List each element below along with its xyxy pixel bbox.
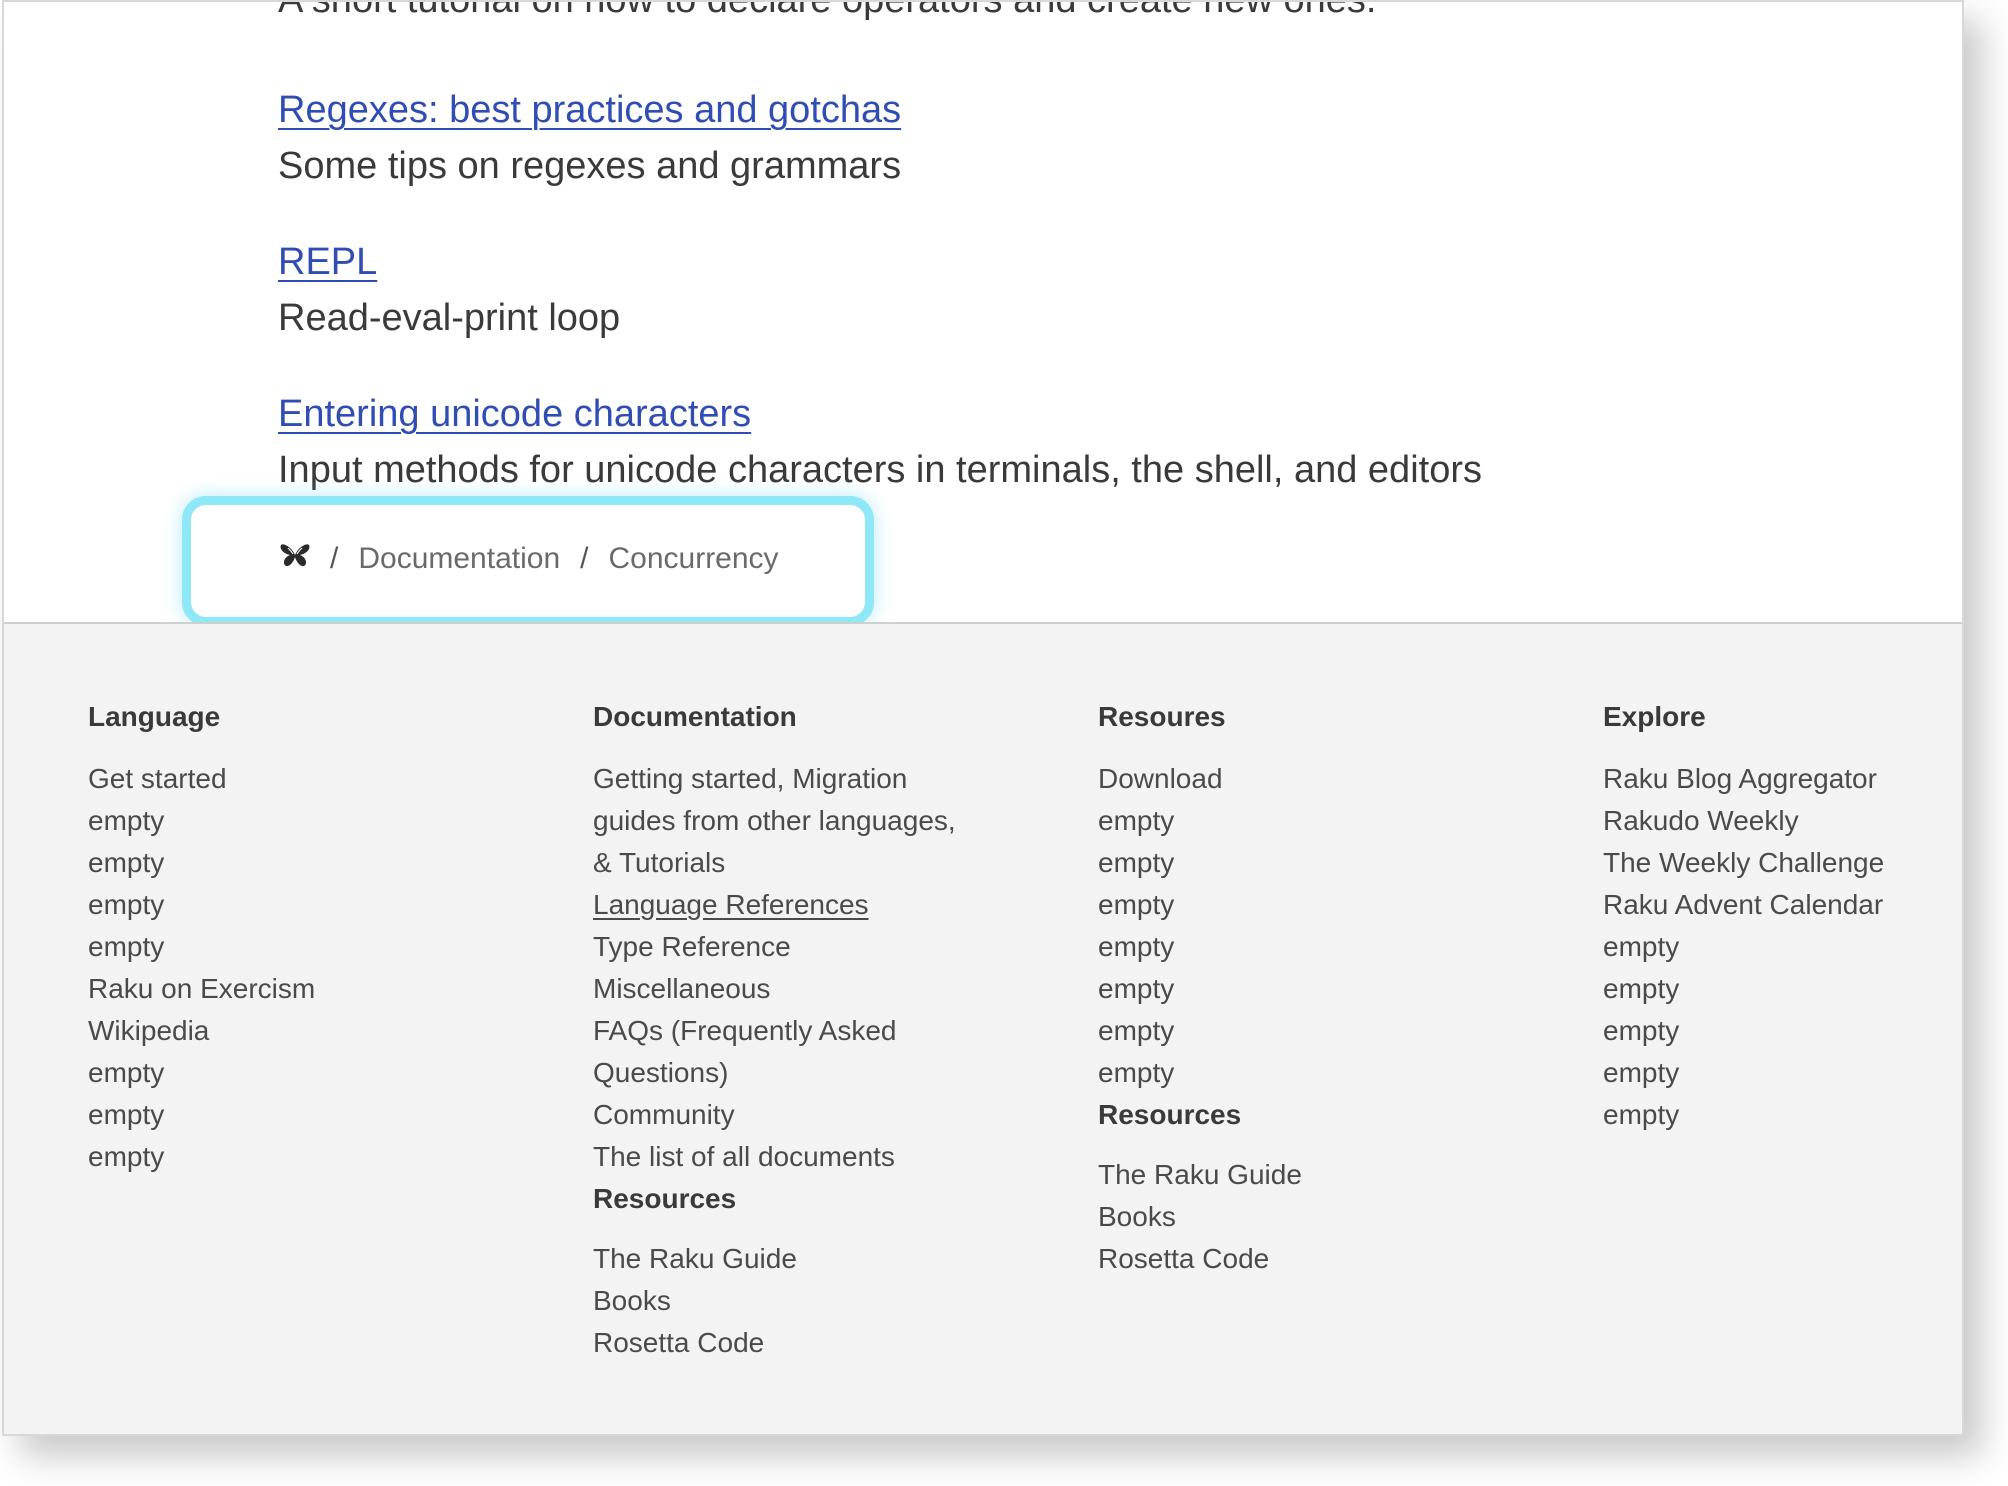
footer-link[interactable]: Raku Advent Calendar [1603, 884, 1962, 926]
footer-link[interactable]: empty [1098, 1052, 1558, 1094]
footer-link[interactable]: FAQs (Frequently Asked [593, 1010, 1053, 1052]
footer-heading-language: Language [88, 701, 221, 732]
footer-heading-resoures: Resoures [1098, 701, 1226, 732]
footer-link[interactable]: & Tutorials [593, 842, 1053, 884]
footer-link[interactable]: Books [593, 1280, 1053, 1322]
intro-description: A short tutorial on how to declare opera… [278, 0, 1377, 21]
footer-heading-documentation: Documentation [593, 701, 797, 732]
regexes-description: Some tips on regexes and grammars [278, 144, 902, 187]
footer-link[interactable]: Type Reference [593, 926, 1053, 968]
breadcrumb-concurrency[interactable]: Concurrency [608, 542, 778, 576]
breadcrumb-documentation[interactable]: Documentation [358, 542, 560, 576]
breadcrumb: / Documentation / Concurrency [280, 542, 779, 576]
site-footer: Language Get started empty empty empty e… [4, 622, 1962, 1434]
footer-link[interactable]: Rosetta Code [593, 1322, 1053, 1364]
footer-link[interactable]: Miscellaneous [593, 968, 1053, 1010]
footer-list-resoures: Download empty empty empty empty empty e… [1098, 758, 1558, 1094]
footer-link[interactable]: Rakudo Weekly [1603, 800, 1962, 842]
footer-column-explore: Explore Raku Blog Aggregator Rakudo Week… [1603, 696, 1962, 1136]
footer-link[interactable]: The Weekly Challenge [1603, 842, 1962, 884]
footer-link[interactable]: empty [88, 1136, 548, 1178]
footer-link[interactable]: empty [1098, 800, 1558, 842]
footer-link[interactable]: Wikipedia [88, 1010, 548, 1052]
footer-sublist-resources: The Raku Guide Books Rosetta Code [593, 1238, 1053, 1364]
breadcrumb-separator: / [580, 542, 589, 575]
footer-list-documentation: Getting started, Migration guides from o… [593, 758, 1053, 1178]
breadcrumb-separator: / [330, 542, 339, 575]
footer-link[interactable]: empty [88, 1094, 548, 1136]
doc-entry-unicode: Entering unicode characters Input method… [278, 392, 1482, 493]
footer-link[interactable]: empty [88, 926, 548, 968]
footer-link[interactable]: Getting started, Migration [593, 758, 1053, 800]
footer-link[interactable]: Questions) [593, 1052, 1053, 1094]
footer-link[interactable]: empty [1098, 968, 1558, 1010]
unicode-description: Input methods for unicode characters in … [278, 448, 1482, 491]
footer-link[interactable]: Download [1098, 758, 1558, 800]
footer-column-documentation: Documentation Getting started, Migration… [593, 696, 1053, 1364]
footer-link[interactable]: Books [1098, 1196, 1558, 1238]
footer-link[interactable]: empty [1603, 1094, 1962, 1136]
doc-entry-repl: REPL Read-eval-print loop [278, 240, 620, 341]
unicode-link[interactable]: Entering unicode characters [278, 392, 1482, 438]
footer-subheading-resources: Resources [1098, 1099, 1242, 1130]
footer-link[interactable]: empty [88, 884, 548, 926]
footer-link[interactable]: empty [1603, 1052, 1962, 1094]
footer-link[interactable]: empty [1098, 884, 1558, 926]
regexes-link[interactable]: Regexes: best practices and gotchas [278, 88, 901, 134]
doc-entry-regexes: Regexes: best practices and gotchas Some… [278, 88, 901, 189]
footer-link[interactable]: empty [88, 1052, 548, 1094]
footer-link[interactable]: The Raku Guide [1098, 1154, 1558, 1196]
footer-link[interactable]: empty [1098, 1010, 1558, 1052]
footer-list-explore: Raku Blog Aggregator Rakudo Weekly The W… [1603, 758, 1962, 1136]
page-frame: A short tutorial on how to declare opera… [2, 0, 1964, 1436]
repl-link[interactable]: REPL [278, 240, 620, 286]
footer-link[interactable]: empty [1098, 926, 1558, 968]
footer-link[interactable]: Raku Blog Aggregator [1603, 758, 1962, 800]
footer-link[interactable]: Rosetta Code [1098, 1238, 1558, 1280]
footer-link-language-references[interactable]: Language References [593, 884, 1053, 926]
footer-link[interactable]: The list of all documents [593, 1136, 1053, 1178]
footer-link[interactable]: The Raku Guide [593, 1238, 1053, 1280]
footer-column-language: Language Get started empty empty empty e… [88, 696, 548, 1178]
footer-heading-explore: Explore [1603, 701, 1706, 732]
footer-subheading-resources: Resources [593, 1183, 737, 1214]
footer-link[interactable]: guides from other languages, [593, 800, 1053, 842]
footer-column-resoures: Resoures Download empty empty empty empt… [1098, 696, 1558, 1280]
footer-link[interactable]: Community [593, 1094, 1053, 1136]
footer-link[interactable]: empty [1603, 926, 1962, 968]
footer-link[interactable]: empty [88, 800, 548, 842]
footer-list-language: Get started empty empty empty empty Raku… [88, 758, 548, 1178]
footer-link[interactable]: Raku on Exercism [88, 968, 548, 1010]
footer-link[interactable]: empty [88, 842, 548, 884]
footer-link[interactable]: empty [1603, 1010, 1962, 1052]
repl-description: Read-eval-print loop [278, 296, 621, 339]
footer-link[interactable]: empty [1098, 842, 1558, 884]
footer-sublist-resources: The Raku Guide Books Rosetta Code [1098, 1154, 1558, 1280]
butterfly-icon[interactable] [280, 542, 310, 576]
footer-link[interactable]: empty [1603, 968, 1962, 1010]
footer-link[interactable]: Get started [88, 758, 548, 800]
